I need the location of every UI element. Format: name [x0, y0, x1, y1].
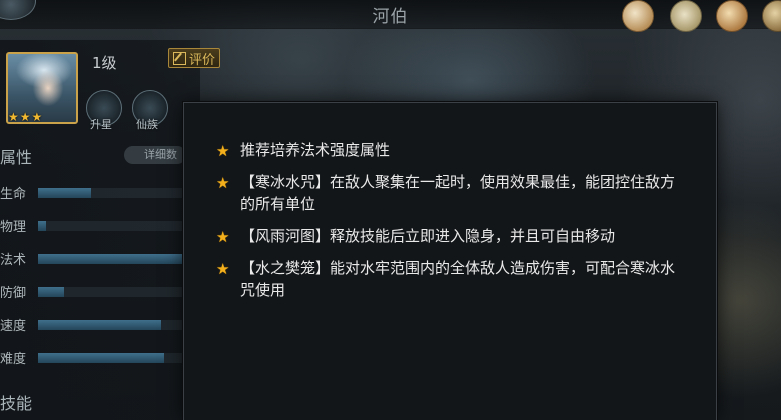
stat-fill	[38, 254, 198, 264]
stat-track	[38, 254, 198, 264]
hero-stars: ★★★	[8, 110, 44, 124]
detail-button[interactable]: 详细数	[124, 146, 186, 164]
tip-text: 【寒冰水咒】在敌人聚集在一起时，使用效果最佳，能团控住敌方的所有单位	[240, 173, 676, 213]
tips-list: ★ 推荐培养法术强度属性 ★ 【寒冰水咒】在敌人聚集在一起时，使用效果最佳，能团…	[216, 139, 686, 311]
stat-label: 物理	[0, 220, 27, 235]
stat-track	[38, 188, 198, 198]
stat-row: 生命	[0, 183, 200, 203]
advance-star-label: 升星	[90, 118, 112, 131]
stat-fill	[38, 221, 46, 231]
star-icon: ★	[216, 142, 230, 160]
stat-fill	[38, 287, 64, 297]
tip-text: 【风雨河图】释放技能后立即进入隐身，并且可自由移动	[240, 227, 616, 245]
page-title: 河伯	[372, 7, 409, 27]
rate-button-label: 评价	[189, 52, 216, 68]
bag-icon[interactable]	[762, 0, 781, 32]
stat-label: 速度	[0, 319, 27, 334]
star-icon: ★	[216, 260, 230, 278]
stat-row: 物理	[0, 216, 200, 236]
hero-tips-dialog[interactable]: ★ 推荐培养法术强度属性 ★ 【寒冰水咒】在敌人聚集在一起时，使用效果最佳，能团…	[183, 102, 717, 420]
stat-label: 防御	[0, 286, 27, 301]
stat-row: 防御	[0, 282, 200, 302]
tip-text: 【水之樊笼】能对水牢范围内的全体敌人造成伤害，可配合寒冰水咒使用	[240, 259, 676, 299]
stat-row: 速度	[0, 315, 200, 335]
top-bar: 河伯	[0, 0, 781, 32]
stat-row: 法术	[0, 249, 200, 269]
stat-fill	[38, 320, 162, 330]
stat-row: 难度	[0, 348, 200, 368]
hero-level: 1级	[92, 54, 117, 72]
dumpling-icon[interactable]	[622, 0, 654, 32]
stat-fill	[38, 353, 165, 363]
stat-track	[38, 353, 198, 363]
stat-label: 法术	[0, 253, 27, 268]
list-item: ★ 【寒冰水咒】在敌人聚集在一起时，使用效果最佳，能团控住敌方的所有单位	[216, 171, 686, 215]
stat-label: 难度	[0, 352, 27, 367]
stat-track	[38, 287, 198, 297]
hero-panel: ★★★ 1级 评价 升星 仙族 属性 详细数 生命 物理 法术 防御 速度 难度…	[0, 40, 220, 420]
faction-label: 仙族	[136, 118, 158, 131]
star-icon: ★	[216, 174, 230, 192]
stat-label: 生命	[0, 187, 27, 202]
scroll-icon[interactable]	[670, 0, 702, 32]
tip-text: 推荐培养法术强度属性	[240, 141, 391, 159]
coin-icon[interactable]	[716, 0, 748, 32]
list-item: ★ 【水之樊笼】能对水牢范围内的全体敌人造成伤害，可配合寒冰水咒使用	[216, 257, 686, 301]
list-item: ★ 【风雨河图】释放技能后立即进入隐身，并且可自由移动	[216, 225, 686, 247]
stat-track	[38, 221, 198, 231]
rate-button[interactable]: 评价	[168, 48, 220, 68]
star-icon: ★	[216, 228, 230, 246]
stat-fill	[38, 188, 91, 198]
list-item: ★ 推荐培养法术强度属性	[216, 139, 686, 161]
stat-track	[38, 320, 198, 330]
skills-heading: 技能	[0, 394, 33, 413]
edit-icon	[173, 51, 186, 65]
